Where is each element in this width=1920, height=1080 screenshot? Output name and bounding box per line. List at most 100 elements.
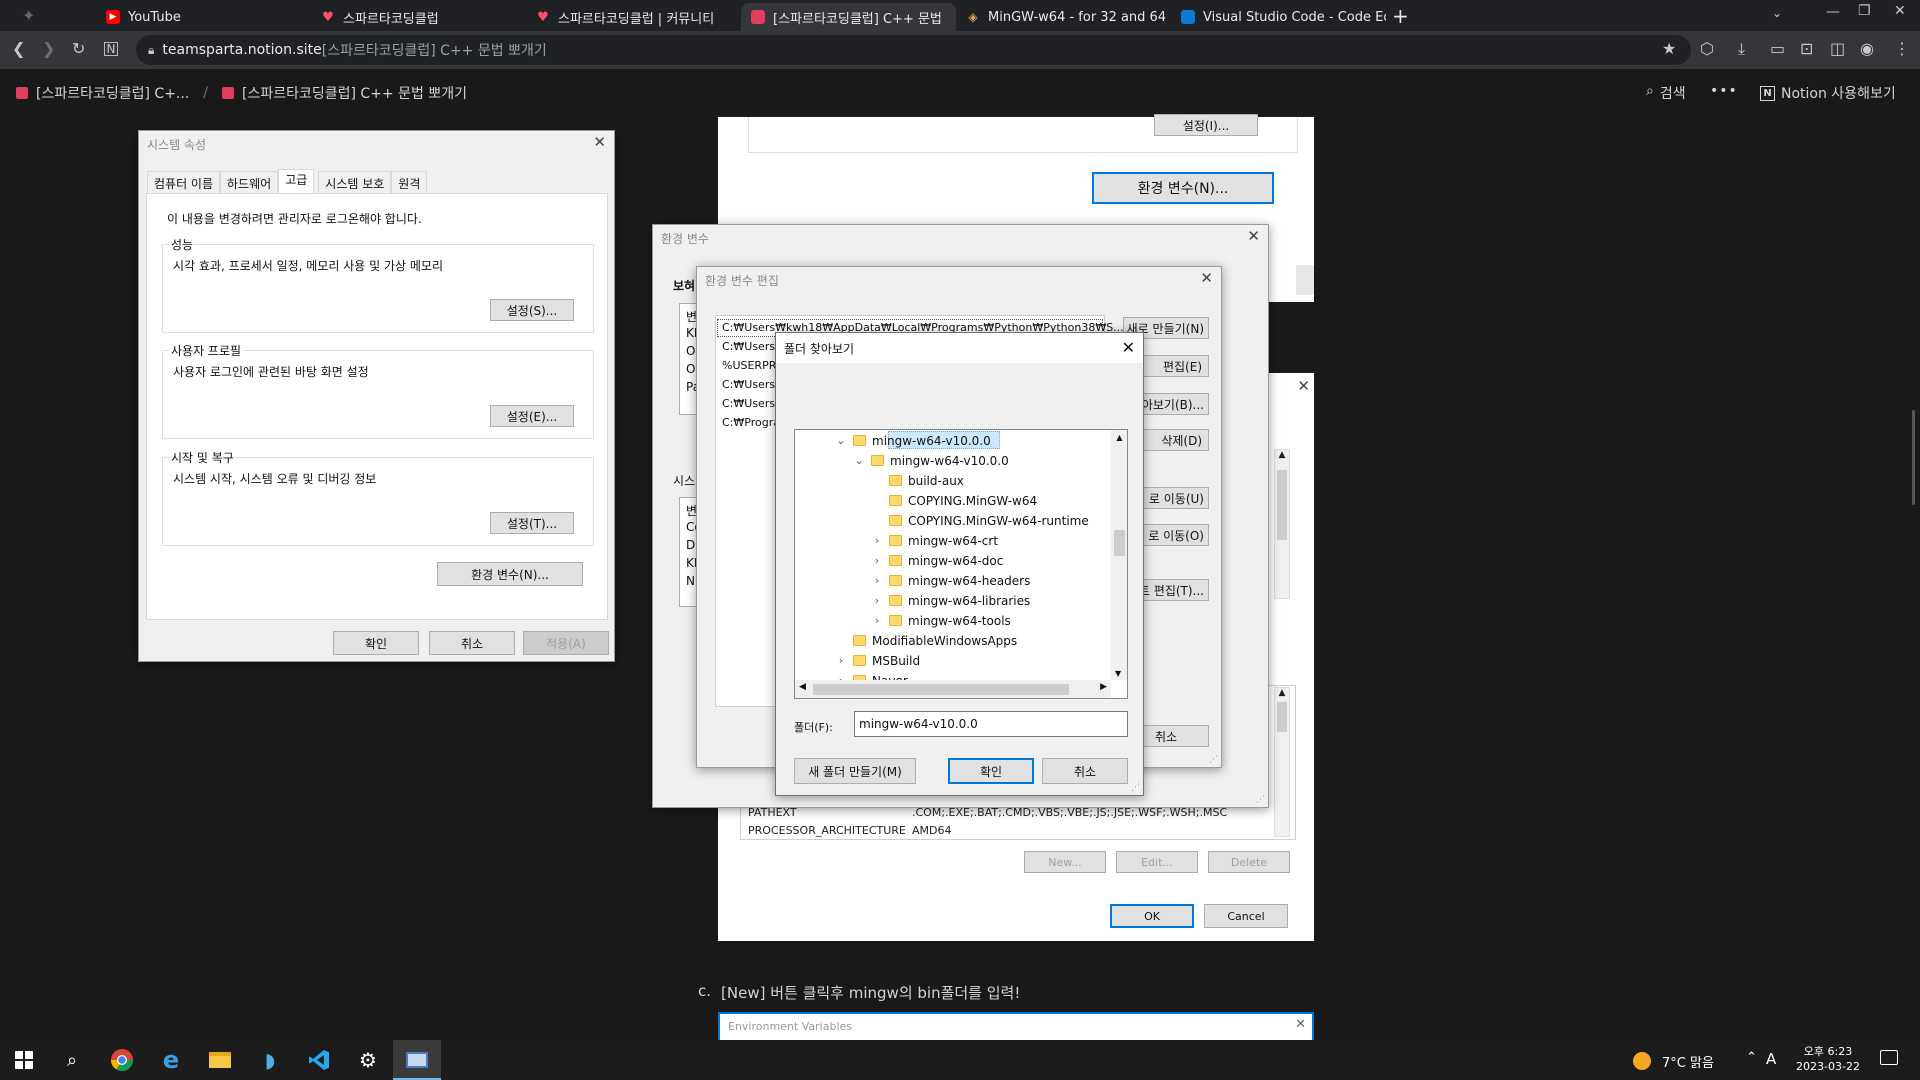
tab-vscode[interactable]: Visual Studio Code - Code Edit (1171, 3, 1386, 31)
tree-item[interactable]: build-aux (871, 472, 964, 489)
tab-search-icon[interactable]: ⌄ (1772, 6, 1782, 20)
search-icon[interactable]: ⌕ (56, 1044, 88, 1076)
restore-icon[interactable]: ❐ (1858, 3, 1871, 19)
resize-grip[interactable]: ⋰ (1256, 795, 1265, 805)
tree-item[interactable]: › mingw-w64-doc (871, 552, 1004, 569)
reload-icon[interactable]: ↻ (72, 39, 85, 58)
path-item[interactable]: %USERPR (722, 359, 776, 372)
tab-advanced[interactable]: 고급 (278, 169, 315, 193)
tree-item[interactable]: › mingw-w64-tools (871, 612, 1011, 629)
chrome-icon[interactable] (106, 1044, 138, 1076)
window-close-icon[interactable]: ✕ (1894, 3, 1906, 19)
scroll-down-icon[interactable]: ▼ (1115, 669, 1121, 678)
close-icon[interactable]: ✕ (1122, 338, 1135, 357)
page-scrollbar[interactable] (1912, 410, 1915, 505)
chevron-right-icon[interactable]: › (871, 534, 883, 547)
tab-remote[interactable]: 원격 (391, 171, 428, 193)
chevron-right-icon[interactable]: › (871, 594, 883, 607)
tree-item[interactable]: › mingw-w64-libraries (871, 592, 1030, 609)
user-profile-settings-button[interactable]: 설정(E)... (490, 405, 574, 427)
scroll-thumb[interactable] (813, 684, 1069, 695)
bookmark-star-icon[interactable]: ★ (1662, 39, 1676, 58)
edge-icon[interactable]: e (155, 1044, 187, 1076)
scroll-left-icon[interactable]: ◀ (799, 682, 806, 692)
breadcrumb-item[interactable]: [스파르타코딩클럽] C++ 문법 뽀개기 (242, 83, 467, 103)
more-icon[interactable]: ••• (1710, 83, 1738, 99)
tab-computer-name[interactable]: 컴퓨터 이름 (147, 171, 221, 193)
tree-item[interactable]: › mingw-w64-headers (871, 572, 1031, 589)
tree-item[interactable]: COPYING.MinGW-w64 (871, 492, 1037, 509)
scroll-right-icon[interactable]: ▶ (1100, 682, 1107, 692)
screenshot-icon[interactable]: ⊡ (1800, 39, 1813, 58)
chevron-down-icon[interactable]: ⌄ (853, 454, 865, 467)
chevron-right-icon[interactable]: › (871, 614, 883, 627)
forward-icon[interactable]: ❯ (42, 39, 55, 58)
resize-grip[interactable]: ⋰ (1131, 783, 1140, 793)
new-folder-button[interactable]: 새 폴더 만들기(M) (794, 758, 916, 784)
notification-icon[interactable] (1880, 1050, 1898, 1065)
resize-grip[interactable]: ⋰ (1209, 755, 1218, 765)
chevron-right-icon[interactable]: › (835, 654, 847, 667)
cast-icon[interactable]: ▭ (1770, 39, 1785, 58)
address-bar[interactable]: 🔒︎ teamsparta.notion.site [스파르타코딩클럽] C++… (136, 35, 1691, 65)
tray-chevron-icon[interactable]: ⌃ (1746, 1050, 1757, 1065)
menu-icon[interactable]: ⋮ (1894, 39, 1910, 58)
tree-item[interactable]: ⌄ mingw-w64-v10.0.0 (853, 452, 1008, 469)
chevron-down-icon[interactable]: ⌄ (835, 434, 847, 447)
performance-settings-button[interactable]: 설정(S)... (490, 299, 574, 321)
tab-sparta[interactable]: ♥ 스파르타코딩클럽 (311, 3, 526, 31)
chevron-right-icon[interactable]: › (871, 574, 883, 587)
kakao-icon[interactable]: ◗ (254, 1044, 286, 1076)
cancel-button[interactable]: 취소 (429, 631, 515, 655)
tree-item[interactable]: ModifiableWindowsApps (835, 632, 1017, 649)
file-explorer-icon[interactable] (204, 1044, 236, 1076)
minimize-icon[interactable]: — (1826, 4, 1840, 20)
startup-recovery-settings-button[interactable]: 설정(T)... (490, 512, 574, 534)
clock[interactable]: 오후 6:23 2023-03-22 (1794, 1044, 1862, 1074)
tab-notion-cpp[interactable]: [스파르타코딩클럽] C++ 문법 ✕ (741, 3, 956, 31)
folder-input[interactable]: mingw-w64-v10.0.0 (854, 711, 1128, 737)
tab-system-protection[interactable]: 시스템 보호 (318, 171, 392, 193)
chevron-right-icon[interactable]: › (871, 554, 883, 567)
tab-hardware[interactable]: 하드웨어 (220, 171, 279, 193)
extensions-icon[interactable]: ⬡ (1700, 39, 1714, 58)
start-icon[interactable] (8, 1044, 40, 1076)
scroll-up-icon[interactable]: ▲ (1111, 430, 1127, 442)
tree-item[interactable]: › mingw-w64-crt (871, 532, 998, 549)
system-properties-icon[interactable] (401, 1044, 433, 1076)
tree-item[interactable]: ⌄ mingw-w64-v10.0.0 (835, 432, 990, 449)
ime-indicator[interactable]: A (1766, 1050, 1776, 1068)
tree-item[interactable]: › MSBuild (835, 652, 920, 669)
tab-sparta-community[interactable]: ♥ 스파르타코딩클럽 | 커뮤니티 (526, 3, 741, 31)
new-tab-button[interactable]: + (1392, 4, 1409, 28)
tree-item-label: COPYING.MinGW-w64-runtime (908, 513, 1089, 528)
profile-icon[interactable]: ◉ (1860, 39, 1874, 58)
ok-button[interactable]: 확인 (333, 631, 419, 655)
vscode-icon[interactable] (303, 1044, 335, 1076)
environment-variables-button[interactable]: 환경 변수(N)... (437, 562, 583, 586)
browser-profile-icon[interactable]: ✦ (22, 6, 50, 26)
path-item[interactable]: C:₩Progra (722, 416, 780, 429)
sidepanel-icon[interactable]: ◫ (1830, 39, 1845, 58)
tab-youtube[interactable]: ▶ YouTube (96, 3, 311, 31)
notion-search[interactable]: ⌕ 검색 (1646, 83, 1686, 103)
close-icon[interactable]: ✕ (1200, 269, 1213, 287)
weather-text[interactable]: 7°C 맑음 (1662, 1052, 1714, 1071)
notion-app-icon[interactable]: N (104, 42, 118, 56)
apply-button[interactable]: 적용(A) (523, 631, 609, 655)
close-icon[interactable]: ✕ (1247, 227, 1260, 245)
back-icon[interactable]: ❮ (12, 39, 25, 58)
tab-mingw[interactable]: ◈ MinGW-w64 - for 32 and 64 bi (956, 3, 1171, 31)
ok-button[interactable]: 확인 (948, 758, 1034, 784)
tree-hscroll[interactable]: ◀ ▶ (795, 680, 1111, 698)
tree-vscroll[interactable]: ▲ ▼ (1111, 430, 1127, 680)
download-icon[interactable]: ⤓ (1738, 39, 1745, 59)
folder-tree[interactable]: ⌄ mingw-w64-v10.0.0 ⌄ mingw-w64-v10.0.0 buil… (794, 429, 1128, 699)
breadcrumb-item[interactable]: [스파르타코딩클럽] C+... (36, 83, 189, 103)
settings-icon[interactable]: ⚙ (352, 1044, 384, 1076)
try-notion-link[interactable]: N Notion 사용해보기 (1760, 83, 1896, 103)
tree-item[interactable]: COPYING.MinGW-w64-runtime (871, 512, 1089, 529)
close-icon[interactable]: ✕ (593, 133, 606, 151)
scroll-thumb[interactable] (1114, 530, 1125, 556)
cancel-button[interactable]: 취소 (1042, 758, 1128, 784)
